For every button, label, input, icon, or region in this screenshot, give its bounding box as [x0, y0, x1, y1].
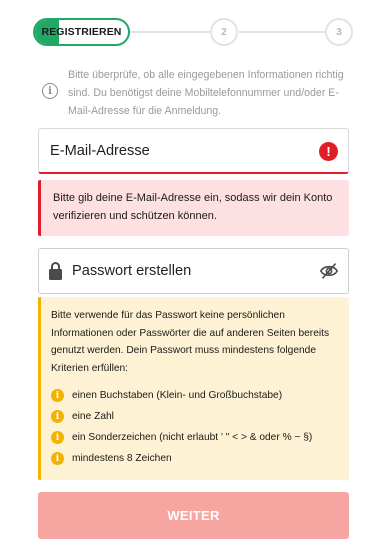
- criteria-item: i einen Buchstaben (Klein- und Großbuchs…: [51, 385, 339, 406]
- email-field-label: E-Mail-Adresse: [50, 142, 150, 159]
- password-field-label: Passwort erstellen: [72, 263, 192, 279]
- password-criteria-list: i einen Buchstaben (Klein- und Großbuchs…: [51, 385, 339, 469]
- password-hint-text: Bitte verwende für das Passwort keine pe…: [51, 310, 330, 374]
- stepper-connector-2: [239, 31, 333, 33]
- criteria-item: i ein Sonderzeichen (nicht erlaubt ' " <…: [51, 427, 339, 448]
- criteria-text: ein Sonderzeichen (nicht erlaubt ' " < >…: [72, 432, 313, 444]
- stepper-step-2: 2: [210, 18, 238, 46]
- criteria-text: einen Buchstaben (Klein- und Großbuchsta…: [72, 390, 283, 402]
- email-field[interactable]: E-Mail-Adresse !: [38, 128, 349, 174]
- stepper-connector-1: [128, 31, 210, 33]
- warning-info-icon: i: [51, 410, 64, 424]
- eye-slash-icon[interactable]: [319, 262, 339, 280]
- registration-stepper: REGISTRIEREN 2 3: [33, 18, 353, 46]
- criteria-item: i mindestens 8 Zeichen: [51, 448, 339, 469]
- warning-info-icon: i: [51, 431, 64, 445]
- email-error-message: Bitte gib deine E-Mail-Adresse ein, soda…: [38, 180, 349, 236]
- stepper-step-3: 3: [325, 18, 353, 46]
- info-text: Bitte überprüfe, ob alle eingegebenen In…: [68, 69, 344, 117]
- criteria-text: eine Zahl: [72, 411, 114, 423]
- criteria-item: i eine Zahl: [51, 406, 339, 427]
- warning-info-icon: i: [51, 389, 64, 403]
- stepper-step-1-active: REGISTRIEREN: [33, 18, 130, 46]
- continue-button[interactable]: WEITER: [38, 492, 349, 539]
- error-exclamation-icon: !: [319, 142, 338, 161]
- stepper-step-1-label: REGISTRIEREN: [41, 26, 122, 38]
- info-notice: i Bitte überprüfe, ob alle eingegebenen …: [42, 66, 352, 120]
- info-icon: i: [42, 83, 58, 99]
- password-field[interactable]: Passwort erstellen: [38, 248, 349, 294]
- lock-icon: [49, 262, 62, 280]
- criteria-text: mindestens 8 Zeichen: [72, 453, 172, 465]
- warning-info-icon: i: [51, 452, 64, 466]
- password-requirements: Bitte verwende für das Passwort keine pe…: [38, 297, 349, 480]
